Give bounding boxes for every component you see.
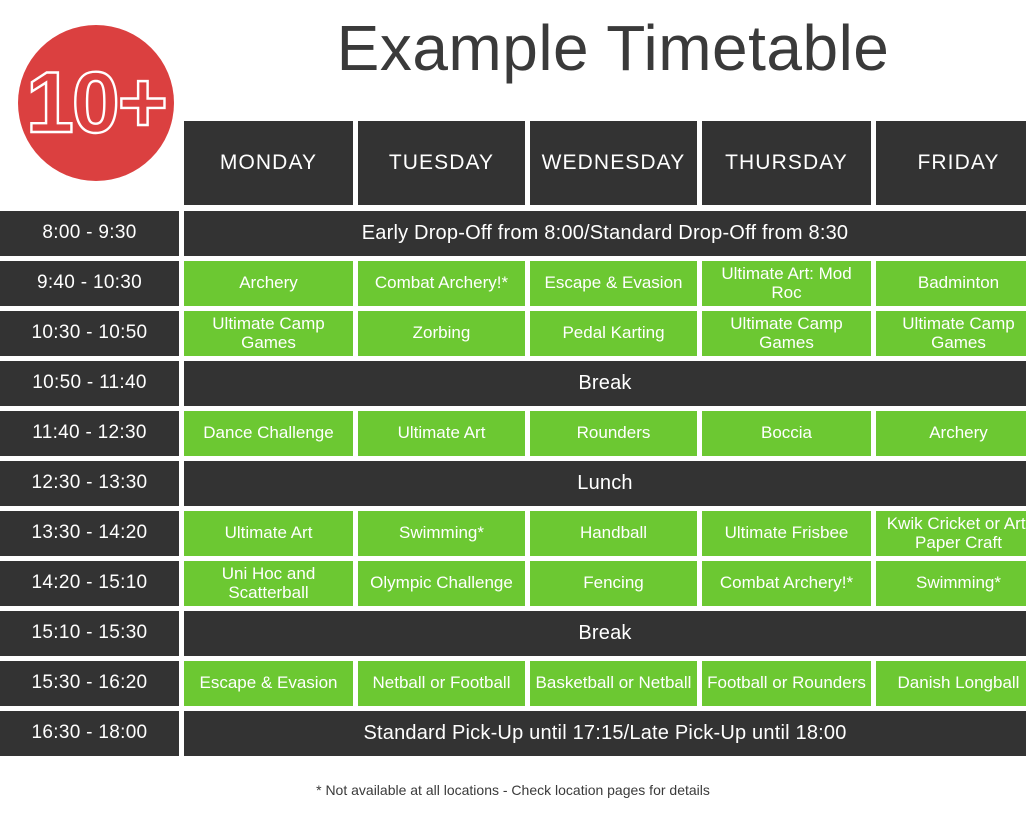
table-row: 8:00 - 9:30 Early Drop-Off from 8:00/Sta…	[0, 211, 1026, 256]
activity-cell[interactable]: Danish Longball	[876, 661, 1026, 706]
day-header-wednesday: WEDNESDAY	[530, 121, 697, 205]
activity-cell[interactable]: Uni Hoc and Scatterball	[184, 561, 353, 606]
activity-cell[interactable]: Football or Rounders	[702, 661, 871, 706]
span-note: Break	[184, 361, 1026, 406]
day-header-tuesday: TUESDAY	[358, 121, 525, 205]
activity-cell[interactable]: Kwik Cricket or Art: Paper Craft	[876, 511, 1026, 556]
activity-cell[interactable]: Ultimate Art	[184, 511, 353, 556]
time-label: 15:10 - 15:30	[0, 611, 179, 656]
activity-cell[interactable]: Netball or Football	[358, 661, 525, 706]
day-header-cells: MONDAY TUESDAY WEDNESDAY THURSDAY FRIDAY	[184, 121, 1026, 205]
activity-cell[interactable]: Zorbing	[358, 311, 525, 356]
activity-cell[interactable]: Handball	[530, 511, 697, 556]
day-header-monday: MONDAY	[184, 121, 353, 205]
activity-cell[interactable]: Rounders	[530, 411, 697, 456]
table-row: 16:30 - 18:00 Standard Pick-Up until 17:…	[0, 711, 1026, 756]
activity-cell[interactable]: Ultimate Camp Games	[876, 311, 1026, 356]
table-row: 13:30 - 14:20 Ultimate Art Swimming* Han…	[0, 511, 1026, 556]
span-note: Lunch	[184, 461, 1026, 506]
timetable-grid: MONDAY TUESDAY WEDNESDAY THURSDAY FRIDAY…	[0, 121, 1026, 761]
activity-cell[interactable]: Archery	[876, 411, 1026, 456]
footnote: * Not available at all locations - Check…	[316, 782, 710, 798]
time-label: 10:30 - 10:50	[0, 311, 179, 356]
table-row: 14:20 - 15:10 Uni Hoc and Scatterball Ol…	[0, 561, 1026, 606]
time-label: 11:40 - 12:30	[0, 411, 179, 456]
time-label: 12:30 - 13:30	[0, 461, 179, 506]
activity-cell[interactable]: Ultimate Camp Games	[702, 311, 871, 356]
activity-cell[interactable]: Ultimate Frisbee	[702, 511, 871, 556]
activity-cell[interactable]: Escape & Evasion	[184, 661, 353, 706]
time-label: 10:50 - 11:40	[0, 361, 179, 406]
activity-cell[interactable]: Combat Archery!*	[358, 261, 525, 306]
activity-cell[interactable]: Ultimate Camp Games	[184, 311, 353, 356]
span-note: Early Drop-Off from 8:00/Standard Drop-O…	[184, 211, 1026, 256]
time-label: 8:00 - 9:30	[0, 211, 179, 256]
page-banner: 10+ Example Timetable	[0, 0, 1026, 181]
time-label: 13:30 - 14:20	[0, 511, 179, 556]
activity-cell[interactable]: Swimming*	[358, 511, 525, 556]
age-badge-outline-text: 10+	[25, 54, 169, 152]
activity-cell[interactable]: Swimming*	[876, 561, 1026, 606]
activity-cell[interactable]: Ultimate Art: Mod Roc	[702, 261, 871, 306]
activity-cell[interactable]: Escape & Evasion	[530, 261, 697, 306]
time-label: 16:30 - 18:00	[0, 711, 179, 756]
table-row: 10:30 - 10:50 Ultimate Camp Games Zorbin…	[0, 311, 1026, 356]
table-row: 9:40 - 10:30 Archery Combat Archery!* Es…	[0, 261, 1026, 306]
activity-cell[interactable]: Combat Archery!*	[702, 561, 871, 606]
activity-cell[interactable]: Basketball or Netball	[530, 661, 697, 706]
span-note: Standard Pick-Up until 17:15/Late Pick-U…	[184, 711, 1026, 756]
time-label: 15:30 - 16:20	[0, 661, 179, 706]
activity-cell[interactable]: Fencing	[530, 561, 697, 606]
age-badge: 10+	[18, 25, 174, 181]
activity-cell[interactable]: Dance Challenge	[184, 411, 353, 456]
day-header-friday: FRIDAY	[876, 121, 1026, 205]
page-title: Example Timetable	[336, 12, 890, 84]
activity-cell[interactable]: Archery	[184, 261, 353, 306]
activity-cell[interactable]: Boccia	[702, 411, 871, 456]
age-badge-label: 10+	[26, 55, 166, 151]
activity-cell[interactable]: Olympic Challenge	[358, 561, 525, 606]
day-header-thursday: THURSDAY	[702, 121, 871, 205]
activity-cell[interactable]: Ultimate Art	[358, 411, 525, 456]
table-row: 15:10 - 15:30 Break	[0, 611, 1026, 656]
time-label: 9:40 - 10:30	[0, 261, 179, 306]
table-row: 11:40 - 12:30 Dance Challenge Ultimate A…	[0, 411, 1026, 456]
table-row: 12:30 - 13:30 Lunch	[0, 461, 1026, 506]
table-row: 15:30 - 16:20 Escape & Evasion Netball o…	[0, 661, 1026, 706]
table-row: 10:50 - 11:40 Break	[0, 361, 1026, 406]
time-label: 14:20 - 15:10	[0, 561, 179, 606]
span-note: Break	[184, 611, 1026, 656]
activity-cell[interactable]: Badminton	[876, 261, 1026, 306]
activity-cell[interactable]: Pedal Karting	[530, 311, 697, 356]
